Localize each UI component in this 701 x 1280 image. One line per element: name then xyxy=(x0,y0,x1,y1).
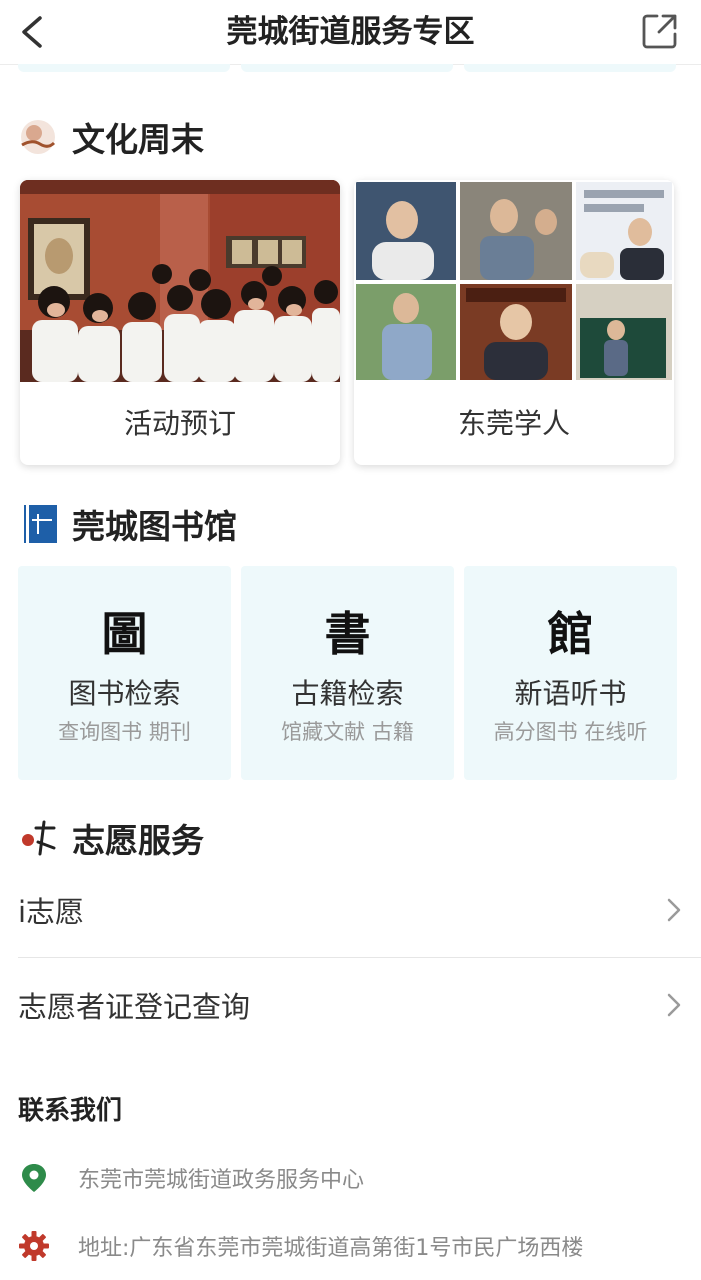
top-bar: 莞城街道服务专区 xyxy=(0,0,701,65)
share-icon[interactable] xyxy=(641,12,679,50)
tile-subtitle: 馆藏文献 古籍 xyxy=(281,720,414,744)
row-divider xyxy=(18,957,701,958)
tile-edge xyxy=(18,64,230,72)
card-label: 活动预订 xyxy=(123,407,236,440)
library-section-title: 莞城图书馆 xyxy=(72,507,237,546)
volunteer-logo-icon xyxy=(18,818,58,858)
dongguan-scholars-card[interactable]: 东莞学人 xyxy=(354,180,674,465)
tile-title: 图书检索 xyxy=(68,677,181,710)
book-search-calligraphy-icon: 圖 xyxy=(101,607,148,661)
volunteer-certificate-query-row[interactable]: 志愿者证登记查询 xyxy=(18,970,684,1040)
tile-title: 古籍检索 xyxy=(291,677,404,710)
tile-subtitle: 高分图书 在线听 xyxy=(493,720,648,744)
location-pin-icon xyxy=(22,1164,46,1192)
contact-section-title: 联系我们 xyxy=(18,1096,123,1126)
row-label: 志愿者证登记查询 xyxy=(18,990,251,1024)
ancient-book-search-tile[interactable]: 書 古籍检索 馆藏文献 古籍 xyxy=(241,566,454,780)
audiobook-calligraphy-icon: 館 xyxy=(547,607,594,661)
gear-icon xyxy=(19,1231,49,1261)
activity-booking-card[interactable]: 活动预订 xyxy=(20,180,340,465)
culture-section-header: 文化周末 xyxy=(18,115,204,159)
contact-center-item: 东莞市莞城街道政务服务中心 xyxy=(18,1158,364,1198)
audiobook-tile[interactable]: 館 新语听书 高分图书 在线听 xyxy=(464,566,677,780)
exhibition-photo xyxy=(20,180,340,382)
chevron-right-icon xyxy=(667,993,681,1017)
ancient-books-calligraphy-icon: 書 xyxy=(324,607,371,661)
volunteer-section-header: 志愿服务 xyxy=(18,816,204,860)
tile-title: 新语听书 xyxy=(514,677,627,710)
culture-weekend-logo-icon xyxy=(18,117,58,157)
row-label: i志愿 xyxy=(18,895,85,929)
tile-subtitle: 查询图书 期刊 xyxy=(58,720,191,744)
tile-edge xyxy=(241,64,453,72)
volunteer-section-title: 志愿服务 xyxy=(72,821,204,860)
chevron-right-icon xyxy=(667,898,681,922)
i-volunteer-row[interactable]: i志愿 xyxy=(18,875,684,945)
tile-edge xyxy=(464,64,676,72)
library-logo-icon xyxy=(18,504,58,544)
library-section-header: 莞城图书馆 xyxy=(18,502,237,546)
contact-name: 东莞市莞城街道政务服务中心 xyxy=(78,1168,365,1193)
scholars-photo-collage xyxy=(354,180,674,382)
book-search-tile[interactable]: 圖 图书检索 查询图书 期刊 xyxy=(18,566,231,780)
contact-address: 地址:广东省东莞市莞城街道高第街1号市民广场西楼 xyxy=(78,1236,584,1261)
card-label: 东莞学人 xyxy=(457,407,570,440)
culture-section-title: 文化周末 xyxy=(72,120,204,159)
page-title: 莞城街道服务专区 xyxy=(226,14,475,50)
contact-address-item: 地址:广东省东莞市莞城街道高第街1号市民广场西楼 xyxy=(18,1226,583,1266)
